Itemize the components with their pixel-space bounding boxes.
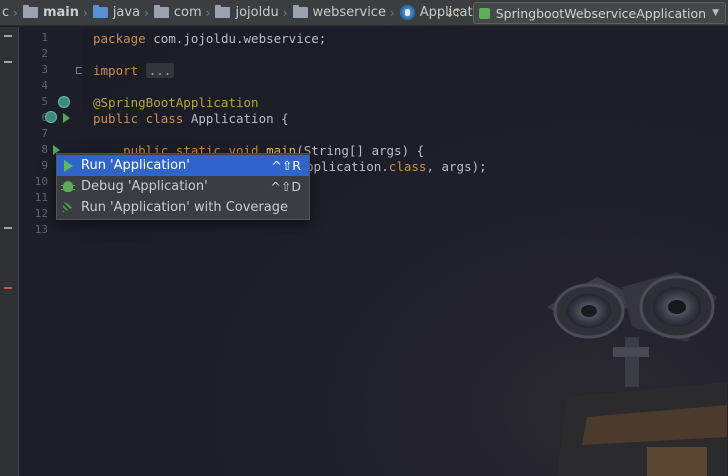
source-folder-icon — [92, 5, 108, 18]
line-number: 4 — [41, 79, 48, 92]
spring-bean-icon[interactable] — [59, 97, 69, 107]
folded-imports[interactable]: ... — [145, 63, 175, 78]
line-number: 11 — [34, 191, 48, 204]
code-editor[interactable]: package com.jojoldu.webservice; import .… — [82, 27, 728, 476]
tool-window-button[interactable] — [4, 287, 12, 289]
module-folder-icon — [22, 5, 38, 18]
line-number: 9 — [41, 159, 48, 172]
breadcrumb-partial[interactable]: c › — [2, 5, 23, 20]
code-line-10: pplication.class, args); — [306, 159, 487, 174]
popup-item-debug[interactable]: Debug 'Application' ^⇧D — [57, 176, 309, 197]
run-gutter-icon[interactable] — [63, 113, 70, 123]
code-line-6: @SpringBootApplication — [93, 95, 259, 110]
tool-window-button[interactable] — [4, 35, 12, 37]
run-context-popup: Run 'Application' ^⇧R Debug 'Application… — [56, 153, 310, 220]
run-configuration-dropdown[interactable]: SpringbootWebserviceApplication ▼ — [472, 2, 726, 24]
line-number: 10 — [34, 175, 48, 188]
popup-item-coverage[interactable]: Run 'Application' with Coverage — [57, 197, 309, 218]
breadcrumb-item-java[interactable]: java › — [92, 5, 154, 20]
tool-window-button[interactable] — [4, 227, 12, 229]
robot-background-image — [547, 272, 727, 476]
spring-class-icon — [399, 5, 415, 20]
line-number: 6 — [41, 111, 48, 124]
code-line-7: public class Application { — [93, 111, 289, 126]
spring-boot-icon — [478, 7, 490, 19]
code-line-1: package com.jojoldu.webservice; — [93, 31, 327, 46]
package-icon — [153, 5, 169, 18]
spring-bean-icon[interactable] — [46, 112, 56, 122]
run-icon — [64, 159, 73, 172]
line-number: 12 — [34, 207, 48, 220]
line-number: 7 — [41, 127, 48, 140]
package-icon — [292, 5, 308, 18]
toolbar-right: ⇣⇡ SpringbootWebserviceApplication ▼ — [445, 0, 728, 26]
breadcrumb-item-webservice[interactable]: webservice › — [292, 5, 400, 20]
tool-window-button[interactable] — [4, 61, 12, 63]
chevron-down-icon: ▼ — [712, 8, 719, 18]
popup-item-run[interactable]: Run 'Application' ^⇧R — [57, 155, 309, 176]
debug-icon — [61, 180, 75, 192]
breadcrumb-item-jojoldu[interactable]: jojoldu › — [215, 5, 292, 20]
breadcrumb-item-com[interactable]: com › — [153, 5, 216, 20]
line-number: 3 — [41, 63, 48, 76]
code-line-3: import ... — [93, 63, 175, 79]
vcs-update-icon[interactable]: ⇣⇡ — [445, 6, 463, 20]
line-number: 13 — [34, 223, 48, 236]
breadcrumb-item-main[interactable]: main › — [22, 5, 93, 20]
package-icon — [215, 5, 231, 18]
line-number: 5 — [41, 95, 48, 108]
line-number: 1 — [41, 31, 48, 44]
line-number: 2 — [41, 47, 48, 60]
line-number: 8 — [41, 143, 48, 156]
navigation-bar: c › main › java › com › jojoldu › webservice ›… — [0, 0, 728, 26]
editor-gutter: 1 2 3 4 5 6 7 8 9 10 11 12 13 — [19, 27, 83, 476]
coverage-icon — [63, 201, 74, 213]
left-tool-strip — [0, 27, 19, 476]
